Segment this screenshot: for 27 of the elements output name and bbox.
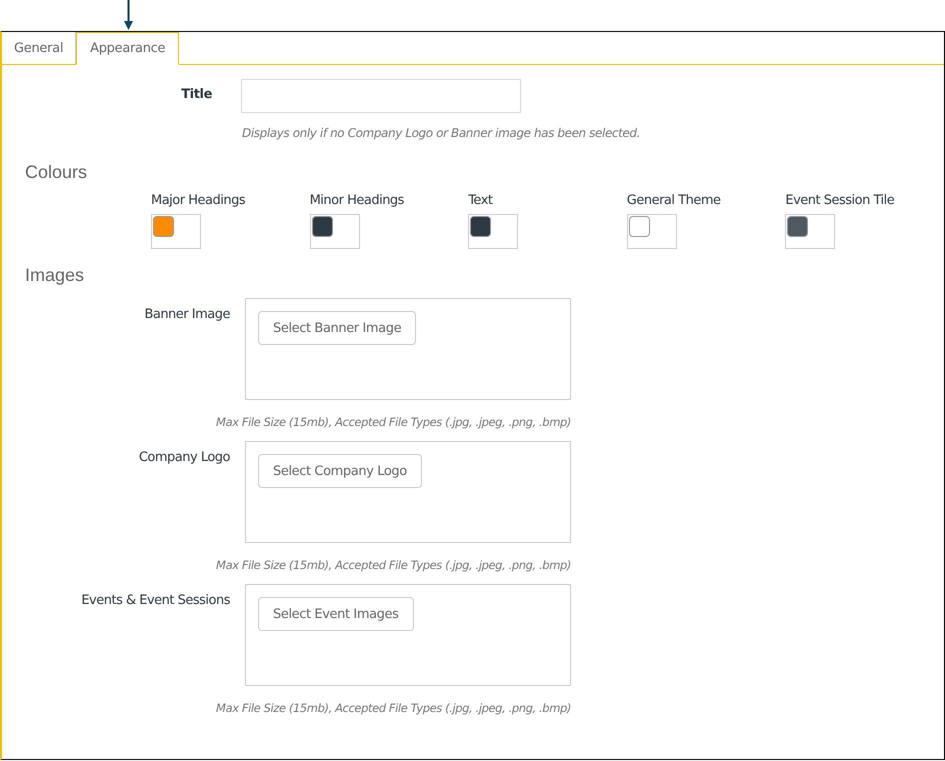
- image-upload-area[interactable]: Select Banner Image: [245, 298, 571, 400]
- section-heading: Colours: [25, 162, 88, 183]
- hint-text: Max File Size (15mb), Accepted File Types (.jpg, .jpeg, .png, .bmp): [215, 558, 571, 572]
- hint-text: Max File Size (15mb), Accepted File Types (.jpg, .jpeg, .png, .bmp): [215, 701, 571, 715]
- tab[interactable]: Appearance: [76, 32, 180, 65]
- hint-text: Displays only if no Company Logo or Banner image has been selected.: [242, 126, 642, 140]
- image-upload-area[interactable]: Select Event Images: [245, 584, 571, 686]
- colour-label: General Theme: [626, 193, 722, 208]
- colour-picker[interactable]: [785, 214, 836, 249]
- section-heading: Images: [25, 265, 86, 286]
- colour-label: Minor Headings: [310, 193, 405, 208]
- image-upload-area[interactable]: Select Company Logo: [245, 441, 571, 543]
- hint-text: Max File Size (15mb), Accepted File Types (.jpg, .jpeg, .png, .bmp): [215, 415, 571, 429]
- colour-label: Event Session Tile: [785, 193, 896, 208]
- select-image-button[interactable]: Select Company Logo: [258, 454, 422, 488]
- field-label: Company Logo: [138, 449, 230, 465]
- select-image-button[interactable]: Select Banner Image: [258, 311, 416, 345]
- title-field[interactable]: [241, 79, 521, 113]
- field-label: Title: [180, 86, 212, 102]
- colour-label: Text: [468, 193, 494, 208]
- field-label: Events & Event Sessions: [80, 592, 230, 608]
- select-image-button[interactable]: Select Event Images: [258, 597, 414, 631]
- field-label: Banner Image: [143, 306, 230, 322]
- colour-picker[interactable]: [310, 214, 360, 249]
- down-arrow-icon: [124, 0, 133, 30]
- colour-picker[interactable]: [468, 214, 518, 249]
- colour-label: Major Headings: [151, 193, 246, 208]
